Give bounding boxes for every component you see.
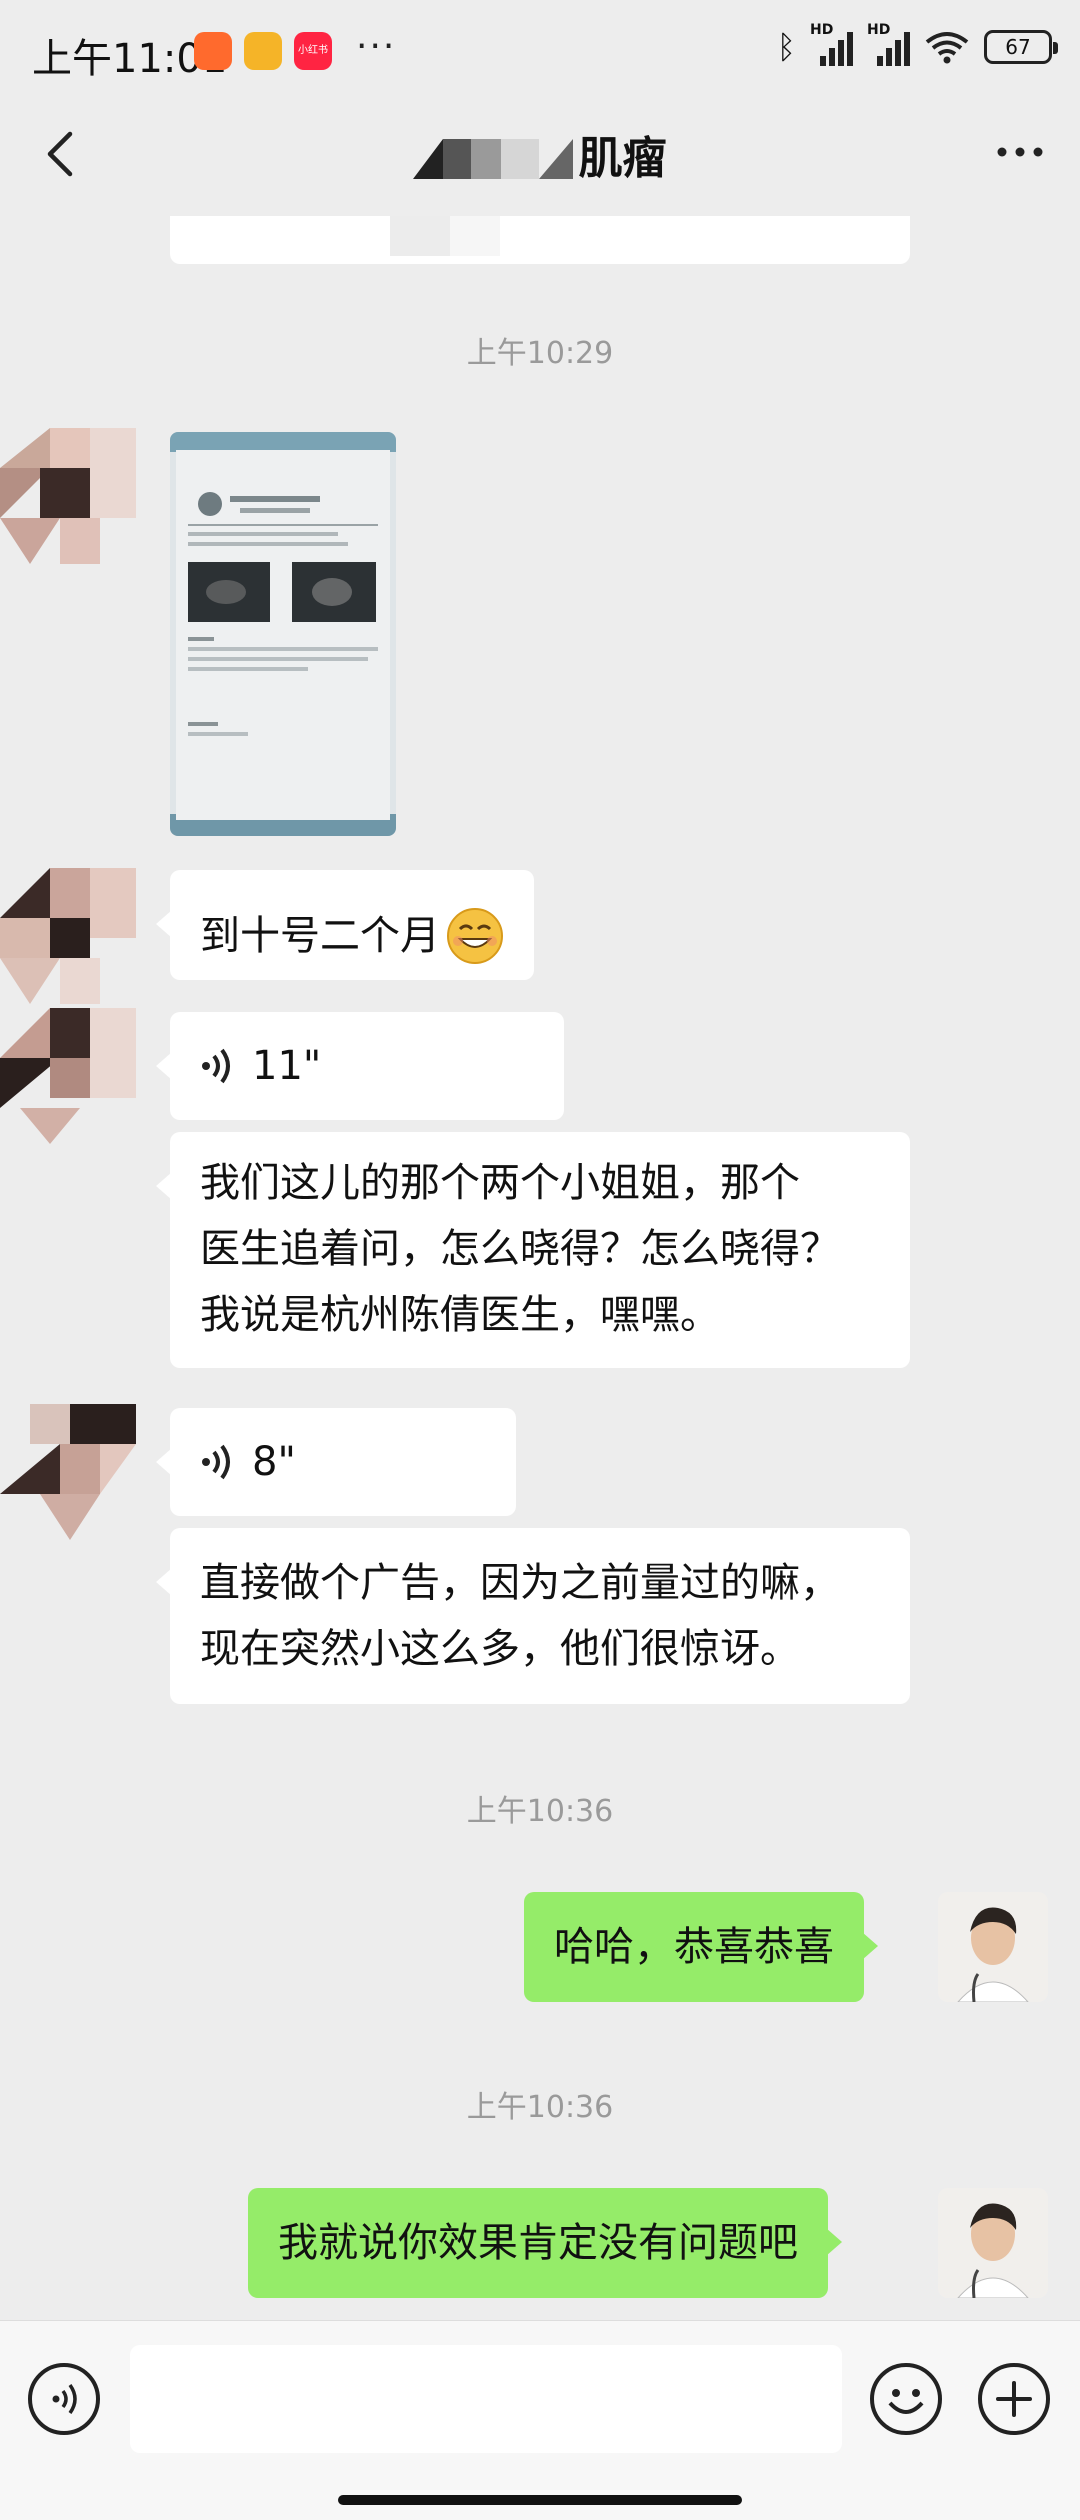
previous-message-bubble[interactable] [170, 216, 910, 264]
emoji-button[interactable] [870, 2363, 942, 2435]
voice-wave-icon [202, 1444, 230, 1480]
message-line: 我说是杭州陈倩医生，嘿嘿。 [200, 1292, 720, 1338]
add-more-button[interactable] [978, 2363, 1050, 2435]
voice-message-bubble[interactable]: 11" [156, 1012, 564, 1120]
received-message-bubble[interactable]: 到十号二个月 [156, 870, 534, 980]
message-line: 我们这儿的那个两个小姐姐，那个 [200, 1160, 800, 1206]
status-indicators: ᛒ HD HD 67 [776, 22, 1058, 66]
sent-message-bubble[interactable]: 哈哈，恭喜恭喜 [524, 1892, 878, 2002]
message-line: 直接做个广告，因为之前量过的嘛， [200, 1560, 840, 1606]
voice-duration: 11" [252, 1043, 322, 1089]
contact-avatar-mosaic[interactable] [0, 1008, 136, 1144]
ultrasound-report-image[interactable] [170, 432, 396, 836]
user-avatar[interactable] [938, 1892, 1048, 2002]
xiaohongshu-icon: 小红书 [294, 32, 332, 70]
voice-message-bubble[interactable]: 8" [156, 1408, 516, 1516]
message-input[interactable] [130, 2345, 842, 2453]
voice-duration: 8" [252, 1439, 296, 1485]
contact-avatar-mosaic[interactable] [0, 428, 136, 564]
input-bar [0, 2320, 1080, 2520]
status-bar: 上午11:01 小红书 ··· ᛒ HD HD 67 [0, 0, 1080, 100]
contact-avatar-mosaic[interactable] [0, 868, 136, 1004]
chat-header: 肌瘤 [0, 100, 1080, 216]
received-message-bubble[interactable]: 直接做个广告，因为之前量过的嘛， 现在突然小这么多，他们很惊讶。 [156, 1528, 910, 1704]
home-indicator[interactable] [338, 2495, 742, 2505]
plus-icon [996, 2381, 1032, 2417]
message-text: 到十号二个月 [200, 913, 440, 959]
notes-icon [244, 32, 282, 70]
hd-label: HD [810, 22, 834, 38]
received-message-bubble[interactable]: 我们这儿的那个两个小姐姐，那个 医生追着问，怎么晓得？怎么晓得？ 我说是杭州陈倩… [156, 1132, 910, 1368]
grin-emoji-icon [447, 908, 503, 964]
message-list[interactable]: 上午10:29 到十号二个月 11" 我们这儿的那个两个小姐姐，那个 医生追着问… [0, 216, 1080, 2320]
smile-icon [888, 2389, 924, 2414]
voice-wave-icon [52, 2383, 77, 2415]
timestamp: 上午10:29 [466, 336, 614, 371]
redacted-name-mosaic [413, 129, 574, 179]
message-text: 哈哈，恭喜恭喜 [554, 1924, 834, 1970]
timestamp: 上午10:36 [466, 1794, 614, 1829]
timestamp: 上午10:36 [466, 2090, 614, 2125]
chat-title: 肌瘤 [0, 122, 1080, 184]
contact-avatar-mosaic[interactable] [0, 1404, 136, 1540]
hd-label: HD [867, 22, 891, 38]
redacted-mosaic [390, 216, 500, 256]
voice-input-button[interactable] [28, 2363, 100, 2435]
message-line: 现在突然小这么多，他们很惊讶。 [200, 1626, 800, 1672]
kuaishou-icon [194, 32, 232, 70]
message-line: 医生追着问，怎么晓得？怎么晓得？ [200, 1226, 840, 1272]
battery-icon: 67 [984, 30, 1058, 64]
voice-wave-icon [202, 1048, 230, 1084]
signal-icon-2: HD [867, 22, 910, 66]
chat-title-text: 肌瘤 [578, 133, 667, 184]
wifi-icon [925, 32, 969, 64]
user-avatar[interactable] [938, 2188, 1048, 2298]
sent-message-bubble[interactable]: 我就说你效果肯定没有问题吧 [248, 2188, 842, 2298]
signal-icon-1: HD [810, 22, 853, 66]
status-more-dots: ··· [356, 26, 397, 67]
bluetooth-icon: ᛒ [776, 28, 796, 66]
message-text: 我就说你效果肯定没有问题吧 [278, 2220, 798, 2266]
more-options-button[interactable] [988, 122, 1052, 182]
